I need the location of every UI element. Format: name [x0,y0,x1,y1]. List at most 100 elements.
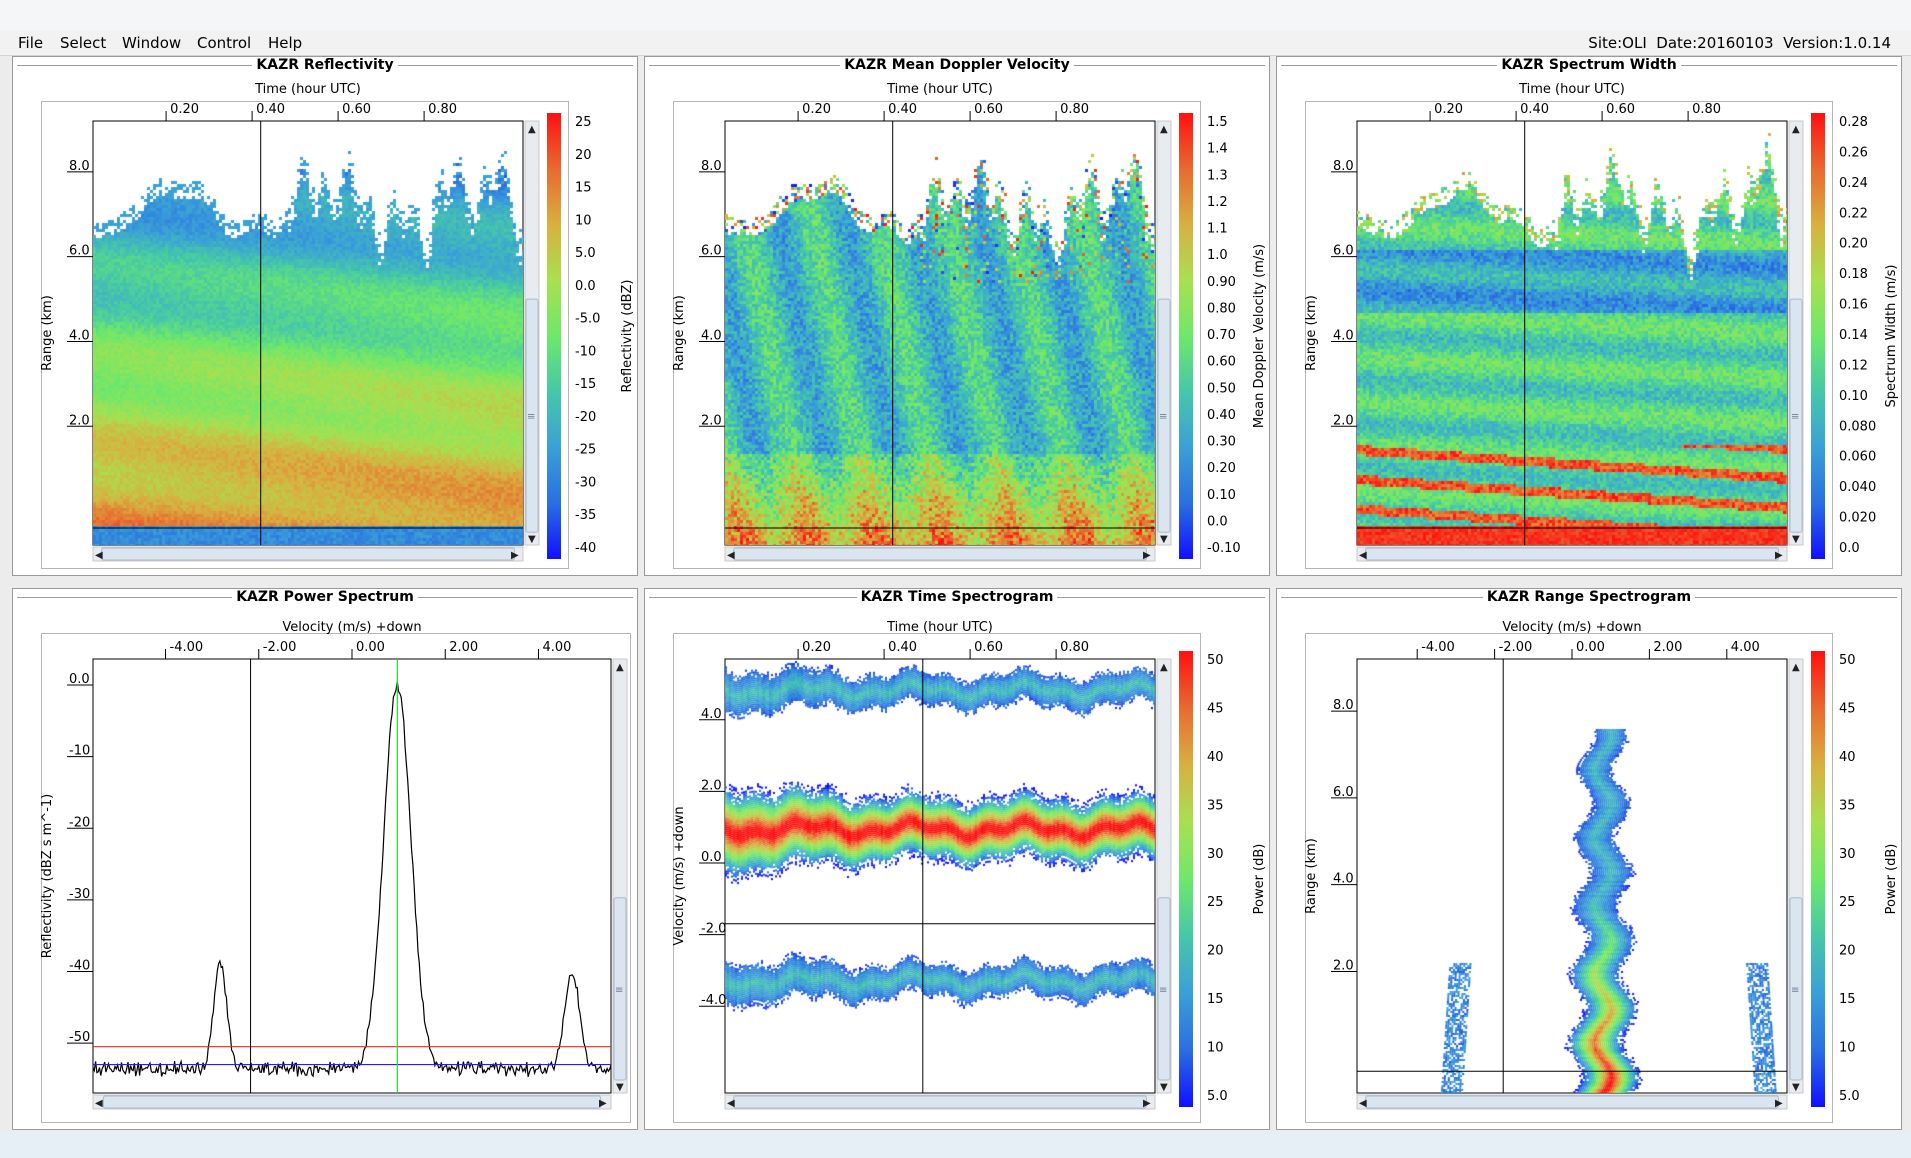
spectrogram-image [1357,659,1787,1093]
horizontal-scroll-thumb[interactable] [733,1095,1147,1109]
colorbar-tick-label: 50 [1207,653,1224,668]
scroll-left-icon[interactable]: ◀ [1359,550,1367,561]
top-axis-label: Time (hour UTC) [886,82,993,97]
colorbar-axis-label: Power (dB) [1252,844,1267,915]
colorbar-tick-label: 0.0 [575,279,596,294]
plot-area[interactable] [724,120,1156,546]
scroll-up-icon[interactable]: ▲ [1792,662,1800,673]
scroll-right-icon[interactable]: ▶ [1775,550,1783,561]
time-spectrogram-plot[interactable]: Time (hour UTC) 0.20 0.40 0.60 0.80 Velocity … [645,589,1271,1131]
horizontal-scroll-thumb[interactable] [101,547,515,561]
range-spectrogram-plot[interactable]: Velocity (m/s) +down -4.00 -2.00 0.00 2.00 4.… [1277,589,1903,1131]
colorbar-tick-label: 25 [1839,895,1856,910]
horizontal-scrollbar[interactable]: ◀ ▶ [92,546,524,562]
horizontal-scrollbar[interactable]: ◀ ▶ [1356,1094,1788,1110]
colorbar: 50 45 40 35 30 25 20 15 10 5.0 Power (dB) [1811,651,1899,1107]
scroll-left-icon[interactable]: ◀ [95,550,103,561]
spectrum-width-plot[interactable]: Time (hour UTC) 0.20 0.40 0.60 0.80 Range (km… [1277,57,1903,577]
colorbar-tick-label: 30 [1207,847,1224,862]
vertical-scrollbar[interactable]: ▲ ▼ ≡ [1156,120,1172,546]
top-tick-label: 0.00 [356,640,385,655]
top-tick-label: 0.20 [802,102,831,117]
colorbar-tick-label: 0.26 [1839,145,1868,160]
reflectivity-plot[interactable]: Time (hour UTC) 0.20 0.40 0.60 0.80 Range (km… [13,57,639,577]
horizontal-scrollbar[interactable]: ◀ ▶ [724,546,1156,562]
scroll-up-icon[interactable]: ▲ [528,124,536,135]
colorbar-tick-label: 0.50 [1207,381,1236,396]
vertical-scrollbar[interactable]: ▲ ▼ ≡ [1788,658,1804,1094]
plot-area[interactable] [1356,658,1788,1094]
horizontal-scroll-thumb[interactable] [1365,1095,1779,1109]
scroll-up-icon[interactable]: ▲ [1160,662,1168,673]
scroll-left-icon[interactable]: ◀ [1359,1098,1367,1109]
horizontal-scrollbar[interactable]: ◀ ▶ [1356,546,1788,562]
scroll-down-icon[interactable]: ▼ [1792,1082,1800,1093]
colorbar-tick-label: -30 [575,475,596,490]
top-tick-label: 0.20 [170,102,199,117]
horizontal-scroll-thumb[interactable] [733,547,1147,561]
horizontal-scrollbar[interactable]: ◀ ▶ [92,1094,612,1110]
scroll-down-icon[interactable]: ▼ [616,1082,624,1093]
colorbar-tick-label: 1.0 [1207,248,1228,263]
power-spectrum-plot[interactable]: Velocity (m/s) +down -4.00 -2.00 0.00 2.00 4.… [13,589,639,1131]
scroll-right-icon[interactable]: ▶ [1143,1098,1151,1109]
horizontal-scrollbar[interactable]: ◀ ▶ [724,1094,1156,1110]
scroll-down-icon[interactable]: ▼ [528,534,536,545]
colorbar-tick-label: 0.40 [1207,408,1236,423]
menu-help[interactable]: Help [268,34,302,52]
menu-window[interactable]: Window [122,34,181,52]
colorbar-tick-label: 10 [575,213,592,228]
window-bottom-strip [0,1132,1911,1158]
plot-area[interactable] [92,120,524,546]
velocity-plot[interactable]: Time (hour UTC) 0.20 0.40 0.60 0.80 Range (km… [645,57,1271,577]
vertical-scrollbar[interactable]: ▲ ▼ ≡ [524,120,540,546]
left-tick-label: 8.0 [1333,159,1354,174]
colorbar: 50 45 40 35 30 25 20 15 10 5.0 Power (dB) [1179,651,1267,1107]
colorbar-tick-label: 0.90 [1207,275,1236,290]
colorbar-tick-label: 25 [575,115,592,130]
colorbar-tick-label: 5.0 [1207,1089,1228,1104]
scroll-down-icon[interactable]: ▼ [1160,1082,1168,1093]
plot-area[interactable] [724,658,1156,1094]
left-tick-label: 0.0 [69,672,90,687]
top-tick-label: -2.00 [1499,640,1533,655]
scroll-down-icon[interactable]: ▼ [1792,534,1800,545]
colorbar-tick-label: 45 [1207,701,1224,716]
horizontal-scroll-thumb[interactable] [102,1095,602,1109]
scroll-right-icon[interactable]: ▶ [1775,1098,1783,1109]
scroll-left-icon[interactable]: ◀ [95,1098,103,1109]
left-tick-label: 4.0 [1333,328,1354,343]
plot-area[interactable] [92,658,612,1094]
colorbar-tick-label: 0.30 [1207,435,1236,450]
top-axis-label: Time (hour UTC) [254,82,361,97]
scroll-right-icon[interactable]: ▶ [599,1098,607,1109]
colorbar-tick-label: 0.10 [1839,389,1868,404]
colorbar-tick-label: 15 [575,181,592,196]
colorbar-tick-label: 0.28 [1839,115,1868,130]
scroll-right-icon[interactable]: ▶ [511,550,519,561]
scroll-up-icon[interactable]: ▲ [1160,124,1168,135]
scroll-right-icon[interactable]: ▶ [1143,550,1151,561]
left-tick-label: 2.0 [701,778,722,793]
colorbar-gradient [1811,651,1825,1107]
scroll-up-icon[interactable]: ▲ [1792,124,1800,135]
plot-area[interactable] [1356,120,1788,546]
menu-control[interactable]: Control [197,34,251,52]
horizontal-scroll-thumb[interactable] [1365,547,1779,561]
colorbar-tick-label: 1.5 [1207,115,1228,130]
vertical-scrollbar[interactable]: ▲ ▼ ≡ [1788,120,1804,546]
vertical-scrollbar[interactable]: ▲ ▼ ≡ [612,658,628,1094]
colorbar-tick-label: 1.3 [1207,168,1228,183]
colorbar-tick-label: 0.20 [1839,237,1868,252]
menu-file[interactable]: File [18,34,43,52]
menu-select[interactable]: Select [60,34,106,52]
colorbar-tick-label: 0.22 [1839,206,1868,221]
scroll-down-icon[interactable]: ▼ [1160,534,1168,545]
panel-spectrum-width: KAZR Spectrum Width Time (hour UTC) 0.20 0… [1276,56,1902,576]
scroll-up-icon[interactable]: ▲ [616,662,624,673]
vertical-scrollbar[interactable]: ▲ ▼ ≡ [1156,658,1172,1094]
scroll-left-icon[interactable]: ◀ [727,1098,735,1109]
scroll-left-icon[interactable]: ◀ [727,550,735,561]
top-tick-label: -2.00 [263,640,297,655]
colorbar-tick-label: 0.18 [1839,267,1868,282]
